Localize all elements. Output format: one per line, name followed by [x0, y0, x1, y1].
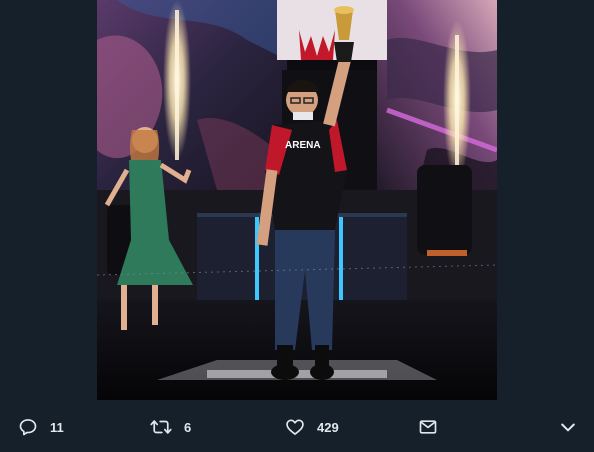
tweet-card: ARENA 11 6 429 [0, 0, 594, 452]
jersey-text: ARENA [285, 140, 321, 151]
reply-button[interactable]: 11 [18, 416, 64, 438]
tweet-photo[interactable]: ARENA [97, 0, 497, 400]
share-via-message-button[interactable] [418, 416, 438, 438]
envelope-icon [419, 420, 437, 434]
chevron-down-icon [561, 423, 575, 432]
reply-count: 11 [50, 419, 64, 435]
event-photo-illustration: ARENA [97, 0, 497, 400]
retweet-button[interactable]: 6 [150, 416, 191, 438]
retweet-icon [150, 420, 172, 434]
like-count: 429 [317, 419, 339, 435]
retweet-count: 6 [184, 419, 192, 435]
like-button[interactable]: 429 [285, 416, 339, 438]
heart-icon [286, 419, 304, 435]
tweet-action-bar: 11 6 429 [0, 400, 594, 452]
reply-icon [19, 419, 37, 436]
more-options-button[interactable] [558, 416, 578, 438]
tweet-media-area: ARENA [0, 0, 594, 400]
